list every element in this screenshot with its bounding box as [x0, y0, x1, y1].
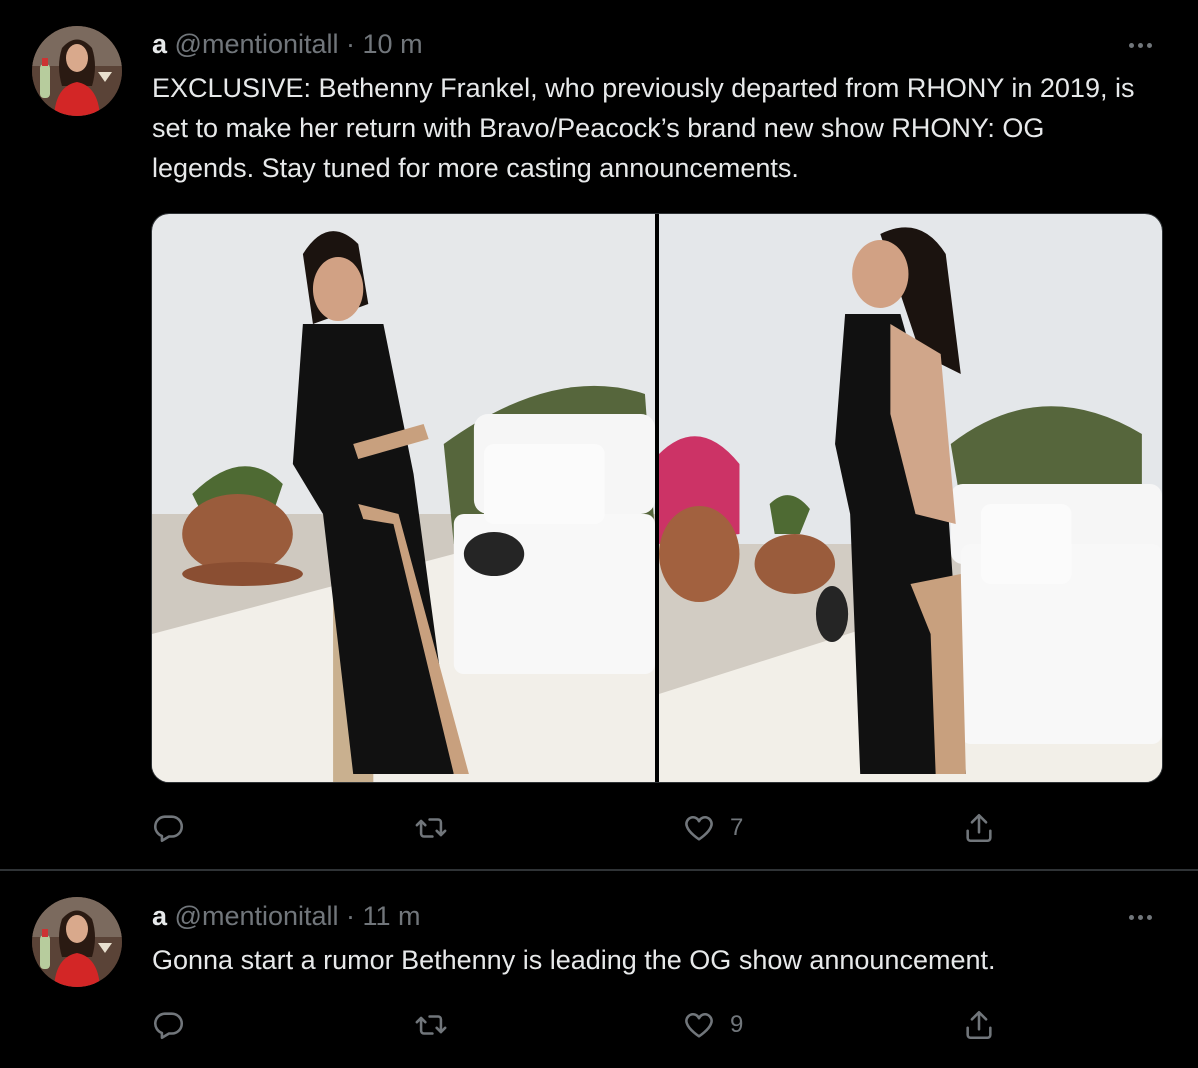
share-icon	[966, 1010, 992, 1040]
like-button[interactable]: 9	[682, 1005, 743, 1045]
tweet-text: EXCLUSIVE: Bethenny Frankel, who previou…	[152, 73, 1135, 183]
timestamp[interactable]: 11 m	[363, 901, 421, 931]
display-name[interactable]: a	[152, 901, 167, 931]
retweet-icon	[415, 818, 447, 838]
avatar[interactable]	[32, 897, 122, 987]
tweet[interactable]: a @mentionitall · 11 m Gonna start a rum…	[0, 871, 1198, 1068]
avatar-photo	[32, 26, 122, 116]
photo-image	[659, 214, 1162, 782]
tweet-actions: 9	[152, 1005, 1052, 1045]
like-count: 9	[730, 1011, 744, 1038]
media-photo-left[interactable]	[152, 214, 655, 782]
reply-button[interactable]	[152, 1005, 186, 1045]
handle[interactable]: @mentionitall	[175, 29, 339, 59]
retweet-icon	[415, 1015, 447, 1035]
like-icon	[685, 816, 713, 841]
reply-icon	[154, 1012, 184, 1040]
more-icon[interactable]	[1122, 35, 1158, 55]
tweet-header: a @mentionitall · 11 m	[152, 900, 421, 932]
more-icon[interactable]	[1122, 907, 1158, 927]
share-button[interactable]	[962, 808, 996, 848]
separator: ·	[338, 29, 363, 59]
like-button[interactable]: 7	[682, 808, 743, 848]
avatar-photo	[32, 897, 122, 987]
like-count: 7	[730, 814, 744, 841]
tweet-actions: 7	[152, 808, 1052, 848]
handle[interactable]: @mentionitall	[175, 901, 339, 931]
retweet-button[interactable]	[414, 1005, 448, 1045]
photo-image	[152, 214, 655, 782]
like-icon	[685, 1013, 713, 1038]
media-photo-right[interactable]	[659, 214, 1162, 782]
share-icon	[966, 813, 992, 843]
avatar[interactable]	[32, 26, 122, 116]
reply-button[interactable]	[152, 808, 186, 848]
reply-icon	[154, 815, 184, 843]
tweet-text: Gonna start a rumor Bethenny is leading …	[152, 945, 996, 975]
separator: ·	[338, 901, 363, 931]
timestamp[interactable]: 10 m	[363, 29, 423, 59]
tweet-header: a @mentionitall · 10 m	[152, 28, 423, 60]
tweet[interactable]: a @mentionitall · 10 m EXCLUSIVE: Bethen…	[0, 0, 1198, 870]
display-name[interactable]: a	[152, 29, 167, 59]
retweet-button[interactable]	[414, 808, 448, 848]
tweet-media[interactable]	[151, 213, 1163, 783]
share-button[interactable]	[962, 1005, 996, 1045]
